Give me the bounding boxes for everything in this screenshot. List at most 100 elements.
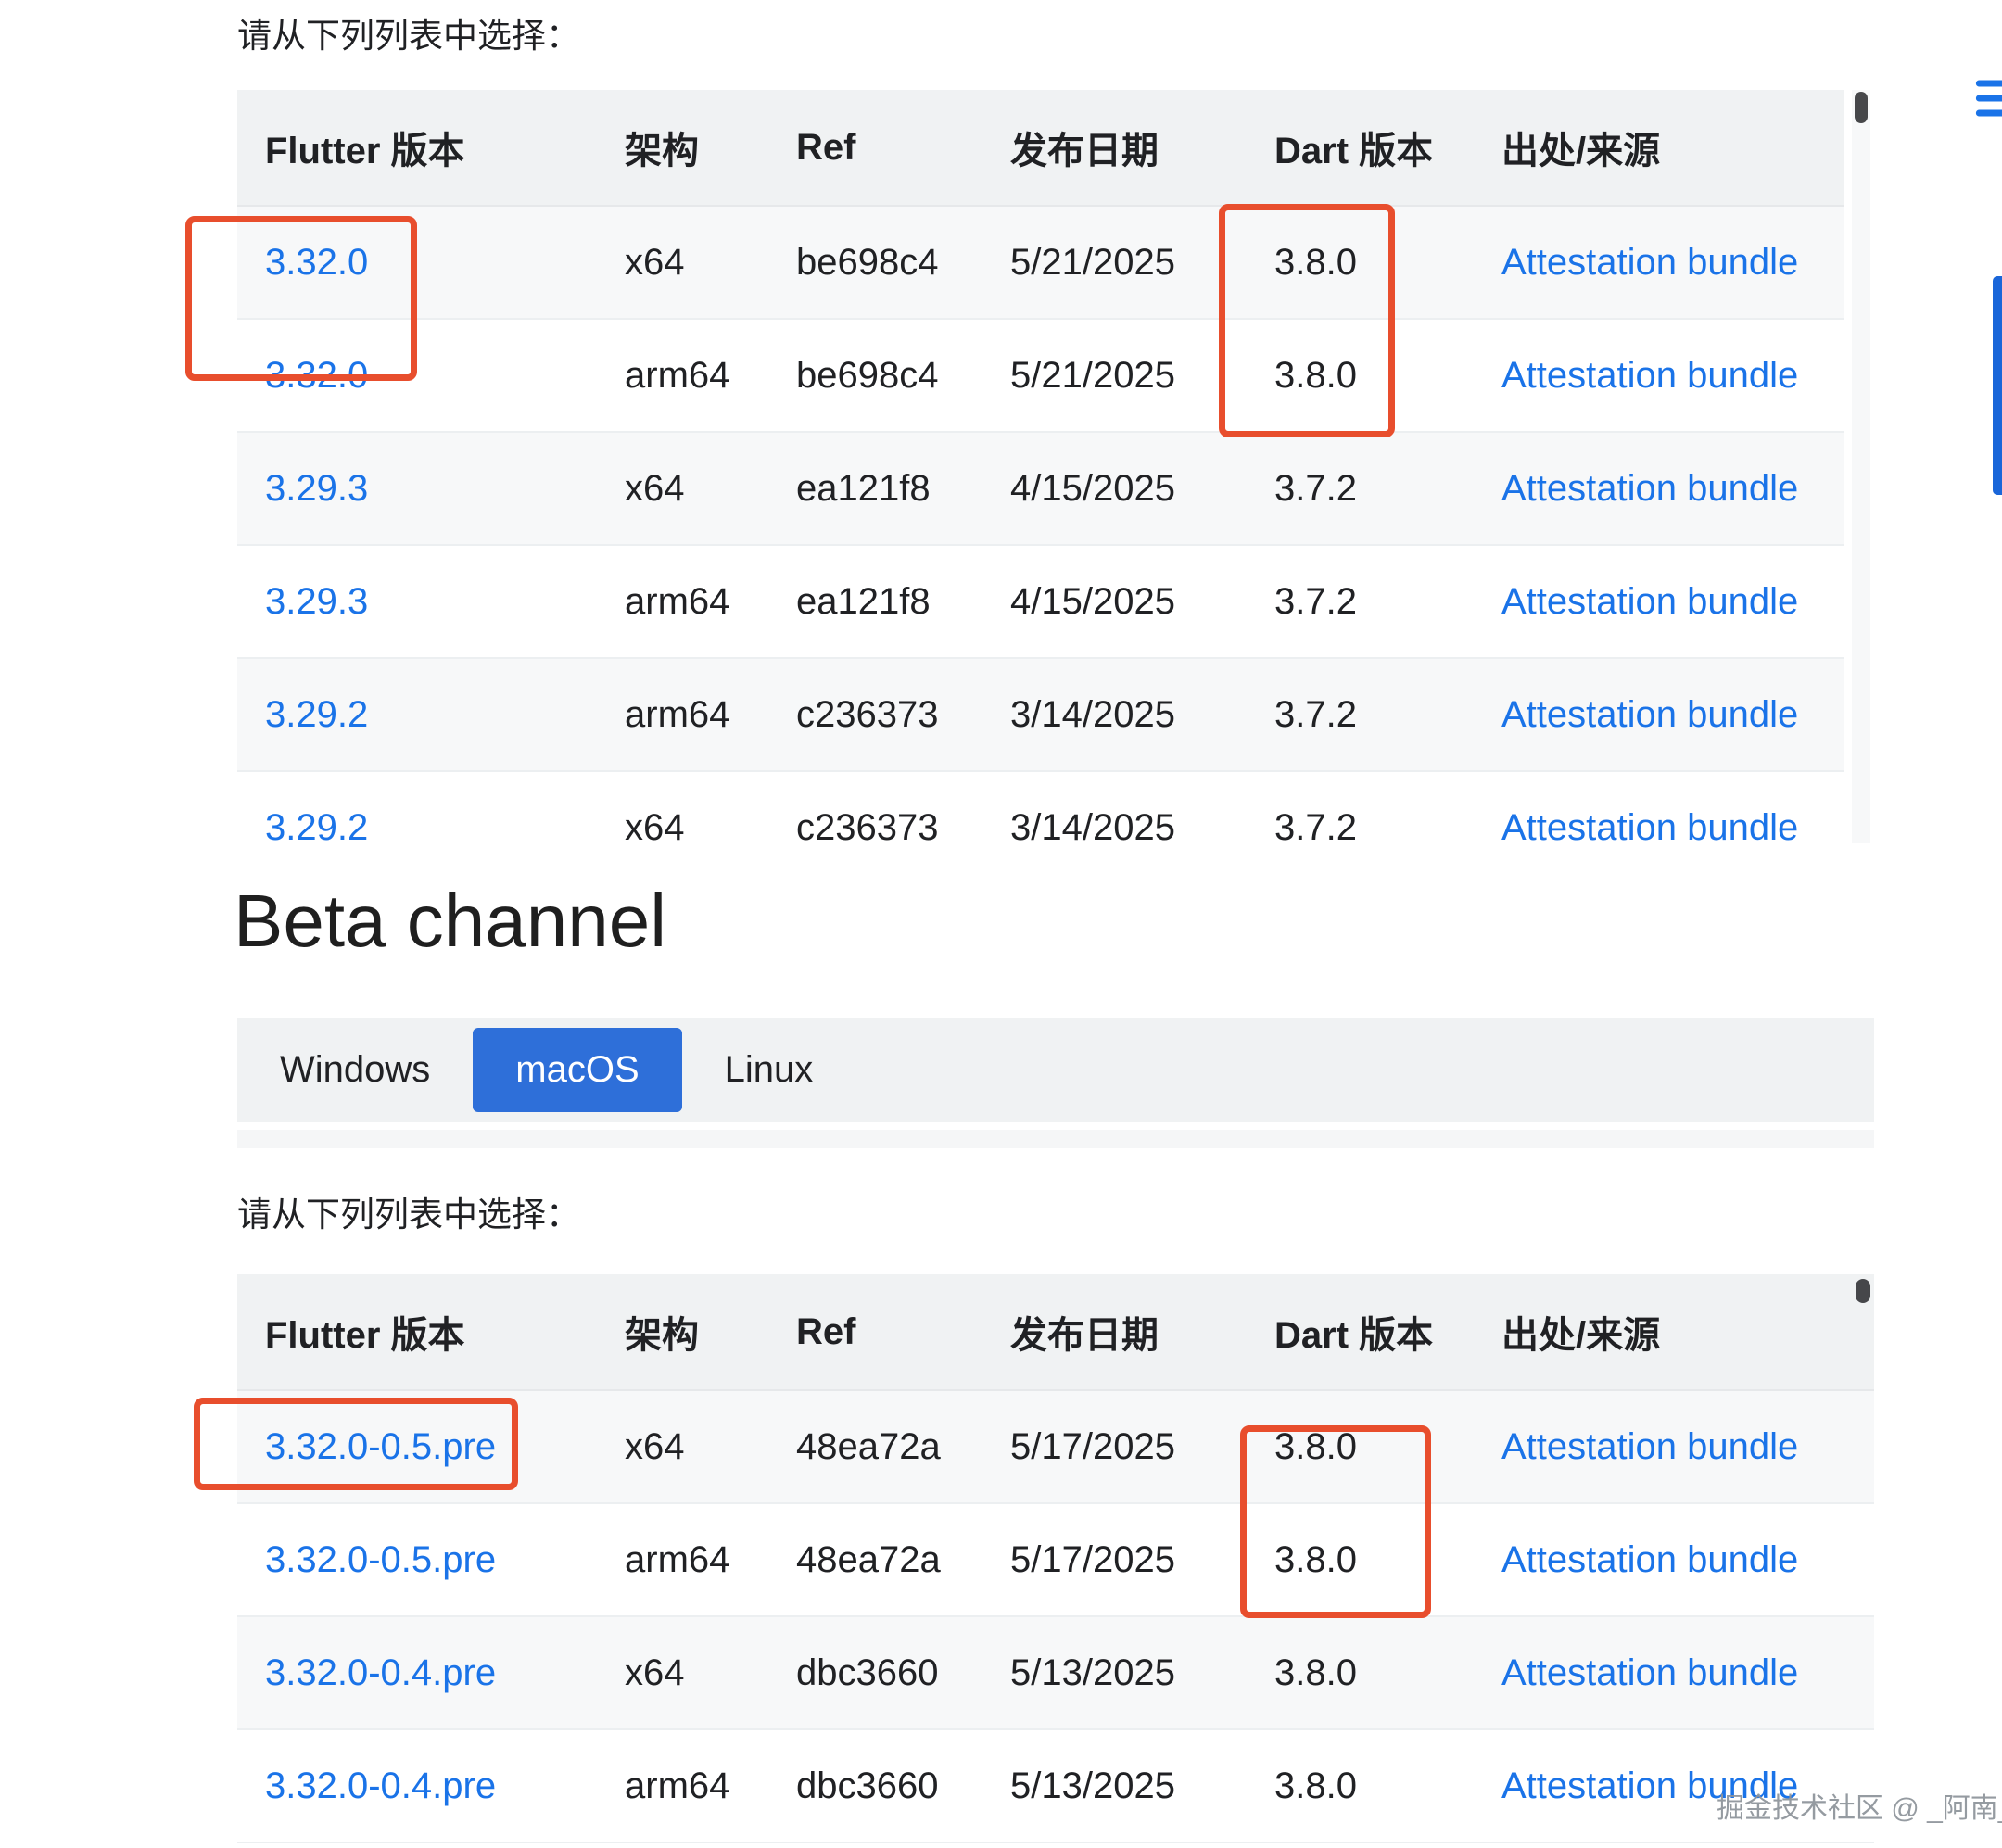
- col-arch: 架构: [597, 1274, 768, 1390]
- beta-releases-table-container: Flutter 版本 架构 Ref 发布日期 Dart 版本 出处/来源 3.3…: [237, 1274, 1874, 1848]
- date-cell: 5/13/2025: [982, 1616, 1247, 1729]
- stable-table-scrollbar-thumb[interactable]: [1855, 92, 1868, 123]
- col-flutter-version: Flutter 版本: [237, 1274, 597, 1390]
- col-release-date: 发布日期: [982, 1274, 1247, 1390]
- page-scrollbar-thumb[interactable]: [1993, 276, 2002, 495]
- dart-version-cell: 3.8.0: [1247, 319, 1474, 432]
- ref-cell: ea121f8: [768, 432, 982, 545]
- dart-version-cell: 3.8.0: [1247, 1390, 1474, 1503]
- stable-table-scrollbar[interactable]: [1852, 90, 1870, 843]
- ref-cell: c236373: [768, 658, 982, 771]
- arch-cell: arm64: [597, 319, 768, 432]
- tab-macos[interactable]: macOS: [473, 1028, 681, 1112]
- version-link[interactable]: 3.32.0-0.4.pre: [265, 1652, 496, 1693]
- tab-linux[interactable]: Linux: [682, 1028, 856, 1112]
- tab-windows[interactable]: Windows: [237, 1028, 473, 1112]
- ref-cell: ea121f8: [768, 545, 982, 658]
- dart-version-cell: 3.8.0: [1247, 1503, 1474, 1616]
- date-cell: 4/15/2025: [982, 545, 1247, 658]
- dart-version-cell: 3.8.0: [1247, 1729, 1474, 1842]
- dart-version-cell: 3.8.0: [1247, 206, 1474, 319]
- table-row: 3.32.0-0.4.pre x64 dbc3660 5/13/2025 3.8…: [237, 1616, 1874, 1729]
- table-row: 3.32.0-0.5.pre x64 48ea72a 5/17/2025 3.8…: [237, 1390, 1874, 1503]
- col-provenance: 出处/来源: [1474, 1274, 1874, 1390]
- arch-cell: arm64: [597, 545, 768, 658]
- version-link[interactable]: 3.32.0: [265, 355, 368, 396]
- col-provenance: 出处/来源: [1474, 90, 1844, 206]
- attestation-bundle-link[interactable]: Attestation bundle: [1502, 694, 1798, 735]
- date-cell: 5/17/2025: [982, 1390, 1247, 1503]
- dart-version-cell: 3.7.2: [1247, 432, 1474, 545]
- os-tabbar: Windows macOS Linux: [237, 1018, 1874, 1122]
- table-row: 3.32.0-0.5.pre arm64 48ea72a 5/17/2025 3…: [237, 1503, 1874, 1616]
- attestation-bundle-link[interactable]: Attestation bundle: [1502, 242, 1798, 283]
- date-cell: 5/21/2025: [982, 206, 1247, 319]
- beta-releases-table: Flutter 版本 架构 Ref 发布日期 Dart 版本 出处/来源 3.3…: [237, 1274, 1874, 1843]
- flutter-sdk-archive-page: 请从下列列表中选择： Flutter 版本 架构 Ref 发布日期 Dart 版…: [0, 0, 2002, 1848]
- select-prompt-stable: 请从下列列表中选择：: [237, 7, 580, 57]
- attestation-bundle-link[interactable]: Attestation bundle: [1502, 1539, 1798, 1580]
- arch-cell: x64: [597, 1616, 768, 1729]
- table-header-row: Flutter 版本 架构 Ref 发布日期 Dart 版本 出处/来源: [237, 1274, 1874, 1390]
- table-row: 3.32.0 x64 be698c4 5/21/2025 3.8.0 Attes…: [237, 206, 1844, 319]
- col-dart-version: Dart 版本: [1247, 1274, 1474, 1390]
- table-row: 3.29.3 arm64 ea121f8 4/15/2025 3.7.2 Att…: [237, 545, 1844, 658]
- ref-cell: dbc3660: [768, 1729, 982, 1842]
- ref-cell: 48ea72a: [768, 1390, 982, 1503]
- watermark: 掘金技术社区 @ _阿南_: [1717, 1785, 2002, 1826]
- attestation-bundle-link[interactable]: Attestation bundle: [1502, 807, 1798, 844]
- arch-cell: arm64: [597, 658, 768, 771]
- col-ref: Ref: [768, 90, 982, 206]
- table-row: 3.29.3 x64 ea121f8 4/15/2025 3.7.2 Attes…: [237, 432, 1844, 545]
- stable-releases-table-container: Flutter 版本 架构 Ref 发布日期 Dart 版本 出处/来源 3.3…: [237, 90, 1844, 843]
- version-link[interactable]: 3.32.0-0.4.pre: [265, 1766, 496, 1806]
- version-link[interactable]: 3.32.0-0.5.pre: [265, 1426, 496, 1467]
- beta-channel-heading: Beta channel: [234, 879, 666, 964]
- version-link[interactable]: 3.29.3: [265, 581, 368, 622]
- stable-releases-table: Flutter 版本 架构 Ref 发布日期 Dart 版本 出处/来源 3.3…: [237, 90, 1844, 843]
- col-release-date: 发布日期: [982, 90, 1247, 206]
- date-cell: 4/15/2025: [982, 432, 1247, 545]
- ref-cell: be698c4: [768, 206, 982, 319]
- dart-version-cell: 3.7.2: [1247, 545, 1474, 658]
- version-link[interactable]: 3.29.3: [265, 468, 368, 509]
- attestation-bundle-link[interactable]: Attestation bundle: [1502, 1652, 1798, 1693]
- dart-version-cell: 3.8.0: [1247, 1616, 1474, 1729]
- date-cell: 5/17/2025: [982, 1503, 1247, 1616]
- attestation-bundle-link[interactable]: Attestation bundle: [1502, 581, 1798, 622]
- table-row: 3.32.0 arm64 be698c4 5/21/2025 3.8.0 Att…: [237, 319, 1844, 432]
- table-row: 3.29.2 x64 c236373 3/14/2025 3.7.2 Attes…: [237, 771, 1844, 843]
- attestation-bundle-link[interactable]: Attestation bundle: [1502, 355, 1798, 396]
- select-prompt-beta: 请从下列列表中选择：: [237, 1186, 580, 1236]
- attestation-bundle-link[interactable]: Attestation bundle: [1502, 1426, 1798, 1467]
- ref-cell: 48ea72a: [768, 1503, 982, 1616]
- beta-table-scrollbar-thumb[interactable]: [1856, 1279, 1870, 1303]
- arch-cell: x64: [597, 1390, 768, 1503]
- date-cell: 5/21/2025: [982, 319, 1247, 432]
- table-row: 3.32.0-0.4.pre arm64 dbc3660 5/13/2025 3…: [237, 1729, 1874, 1842]
- version-link[interactable]: 3.29.2: [265, 694, 368, 735]
- col-ref: Ref: [768, 1274, 982, 1390]
- table-header-row: Flutter 版本 架构 Ref 发布日期 Dart 版本 出处/来源: [237, 90, 1844, 206]
- table-row: 3.29.2 arm64 c236373 3/14/2025 3.7.2 Att…: [237, 658, 1844, 771]
- tabbar-footer: [237, 1130, 1874, 1148]
- version-link[interactable]: 3.32.0: [265, 242, 368, 283]
- ref-cell: dbc3660: [768, 1616, 982, 1729]
- arch-cell: x64: [597, 771, 768, 843]
- date-cell: 3/14/2025: [982, 658, 1247, 771]
- arch-cell: x64: [597, 432, 768, 545]
- arch-cell: arm64: [597, 1503, 768, 1616]
- arch-cell: arm64: [597, 1729, 768, 1842]
- dart-version-cell: 3.7.2: [1247, 771, 1474, 843]
- dart-version-cell: 3.7.2: [1247, 658, 1474, 771]
- col-arch: 架构: [597, 90, 768, 206]
- ref-cell: be698c4: [768, 319, 982, 432]
- col-dart-version: Dart 版本: [1247, 90, 1474, 206]
- attestation-bundle-link[interactable]: Attestation bundle: [1502, 468, 1798, 509]
- date-cell: 5/13/2025: [982, 1729, 1247, 1842]
- date-cell: 3/14/2025: [982, 771, 1247, 843]
- toc-icon[interactable]: [1970, 69, 2002, 128]
- version-link[interactable]: 3.32.0-0.5.pre: [265, 1539, 496, 1580]
- version-link[interactable]: 3.29.2: [265, 807, 368, 844]
- col-flutter-version: Flutter 版本: [237, 90, 597, 206]
